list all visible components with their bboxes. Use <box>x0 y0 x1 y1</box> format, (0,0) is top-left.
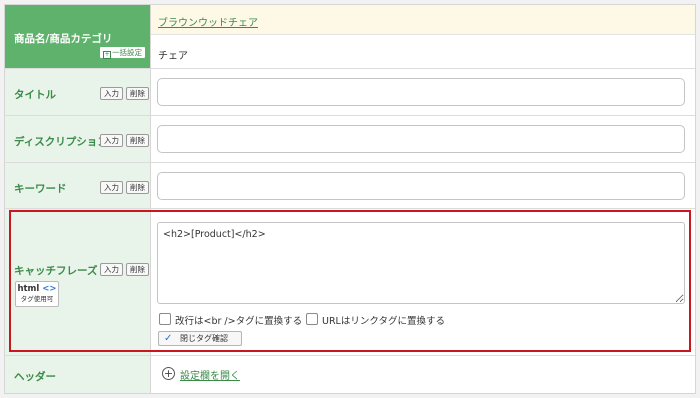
keyword-input-button[interactable]: 入力 <box>100 181 123 194</box>
catchphrase-textarea[interactable] <box>157 222 685 304</box>
url-replace-label: URLはリンクタグに置換する <box>322 316 445 327</box>
bulk-settings-button[interactable]: + 一括設定 <box>99 46 146 59</box>
keyword-label-cell: キーワード 入力 削除 <box>5 163 151 208</box>
catchphrase-label: キャッチフレーズ <box>14 265 98 277</box>
close-tag-check-button[interactable]: ✓ 閉じタグ確認 <box>158 331 242 346</box>
br-replace-label: 改行は<br />タグに置換する <box>175 316 303 327</box>
description-row: ディスクリプション 入力 削除 <box>5 116 695 163</box>
br-replace-checkbox[interactable] <box>159 313 171 325</box>
bulk-settings-icon: + <box>103 51 111 59</box>
product-row: 商品名/商品カテゴリ + 一括設定 ブラウンウッドチェア チェア <box>5 5 695 69</box>
plus-circle-icon: + <box>162 367 175 380</box>
keyword-row: キーワード 入力 削除 <box>5 163 695 209</box>
header-label-cell: ヘッダー <box>5 356 151 393</box>
html-badge-text: html <box>17 284 40 294</box>
header-row: ヘッダー + 設定欄を開く <box>5 356 695 393</box>
description-input[interactable] <box>157 125 685 153</box>
settings-table: 商品名/商品カテゴリ + 一括設定 ブラウンウッドチェア チェア タイトル 入力 … <box>4 4 696 394</box>
catchphrase-row: キャッチフレーズ 入力 削除 html <> タグ使用可 改行は<br />タグ… <box>5 209 695 356</box>
description-label-cell: ディスクリプション 入力 削除 <box>5 116 151 162</box>
title-input-button[interactable]: 入力 <box>100 87 123 100</box>
title-input[interactable] <box>157 78 685 106</box>
keyword-delete-button[interactable]: 削除 <box>126 181 149 194</box>
title-row: タイトル 入力 削除 <box>5 69 695 116</box>
product-name-cell: ブラウンウッドチェア <box>151 5 695 35</box>
catchphrase-delete-button[interactable]: 削除 <box>126 263 149 276</box>
html-badge-bottom: タグ使用可 <box>20 295 54 303</box>
category-text: チェア <box>158 51 188 62</box>
close-tag-check-label: 閉じタグ確認 <box>180 334 228 343</box>
title-label-cell: タイトル 入力 削除 <box>5 69 151 115</box>
html-allowed-badge: html <> タグ使用可 <box>15 281 59 307</box>
bulk-settings-label: 一括設定 <box>112 48 142 57</box>
description-label: ディスクリプション <box>14 136 108 148</box>
product-name-link[interactable]: ブラウンウッドチェア <box>158 14 258 29</box>
html-badge-top: html <> <box>16 283 58 295</box>
url-replace-checkbox[interactable] <box>306 313 318 325</box>
description-input-button[interactable]: 入力 <box>100 134 123 147</box>
description-delete-button[interactable]: 削除 <box>126 134 149 147</box>
title-delete-button[interactable]: 削除 <box>126 87 149 100</box>
code-icon: <> <box>42 284 57 294</box>
check-icon: ✓ <box>164 333 173 344</box>
open-settings-label: 設定欄を開く <box>180 371 240 382</box>
keyword-input[interactable] <box>157 172 685 200</box>
catchphrase-label-cell: キャッチフレーズ 入力 削除 html <> タグ使用可 <box>5 209 151 355</box>
product-label-cell: 商品名/商品カテゴリ + 一括設定 <box>5 5 151 68</box>
product-label: 商品名/商品カテゴリ <box>14 33 113 45</box>
catchphrase-input-button[interactable]: 入力 <box>100 263 123 276</box>
header-label: ヘッダー <box>14 371 56 383</box>
title-label: タイトル <box>14 89 56 101</box>
keyword-label: キーワード <box>14 183 67 195</box>
